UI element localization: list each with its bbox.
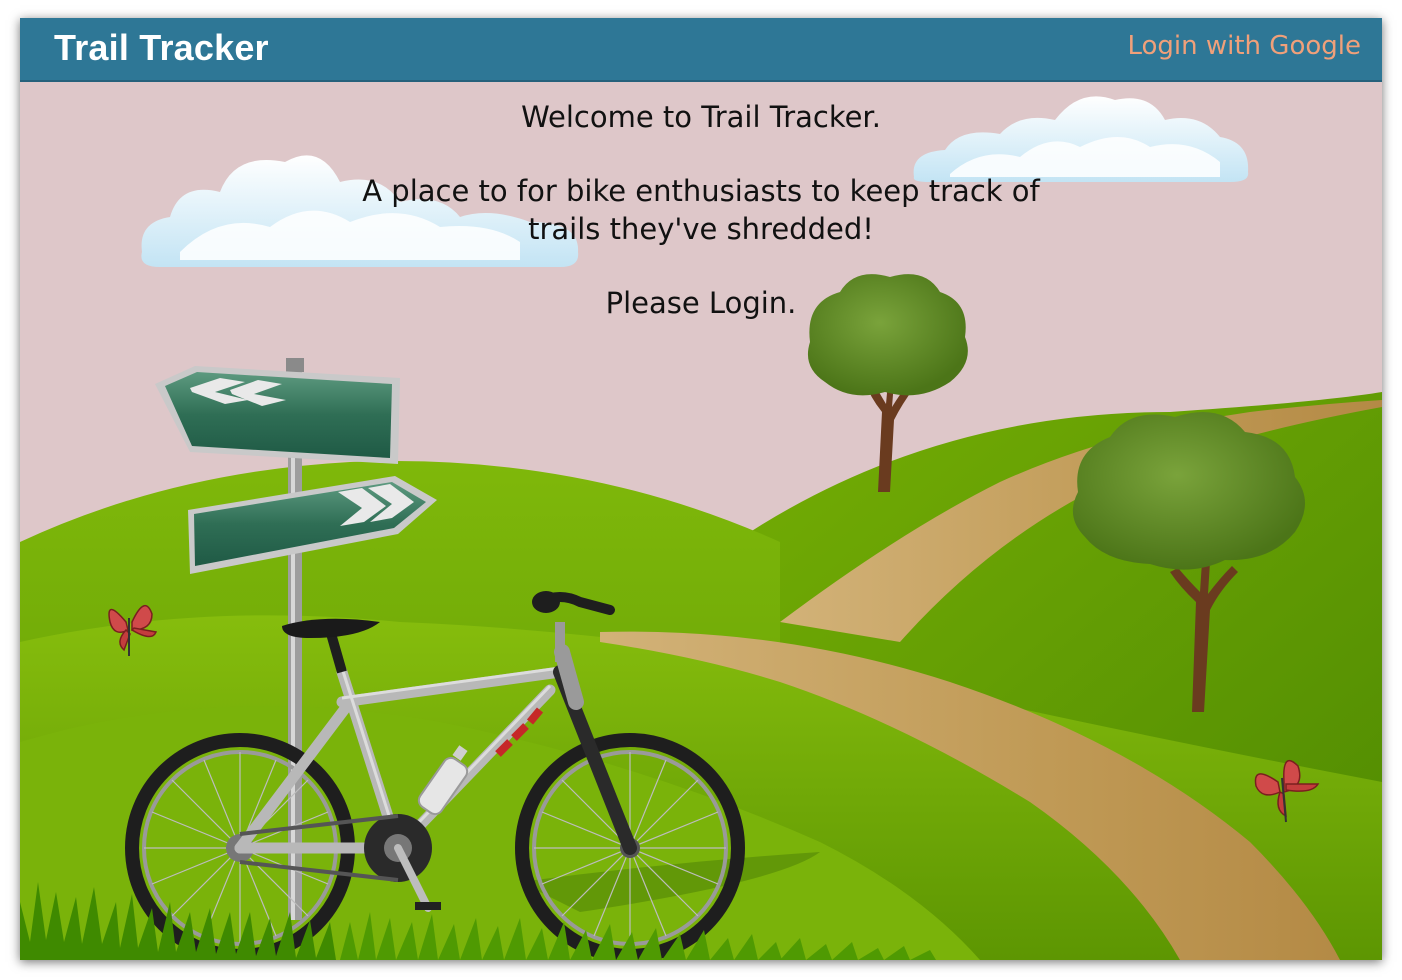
brand-title[interactable]: Trail Tracker [54, 27, 269, 69]
navbar: Trail Tracker Login with Google [20, 18, 1382, 82]
welcome-text: Welcome to Trail Tracker. [521, 100, 881, 134]
login-prompt-text: Please Login. [605, 286, 797, 320]
tagline-text: A place to for bike enthusiasts to keep … [362, 174, 1040, 246]
welcome-message: Welcome to Trail Tracker. A place to for… [20, 98, 1382, 358]
login-with-google-link[interactable]: Login with Google [1127, 31, 1361, 61]
app-window: Trail Tracker Login with Google Welcome … [20, 18, 1382, 960]
